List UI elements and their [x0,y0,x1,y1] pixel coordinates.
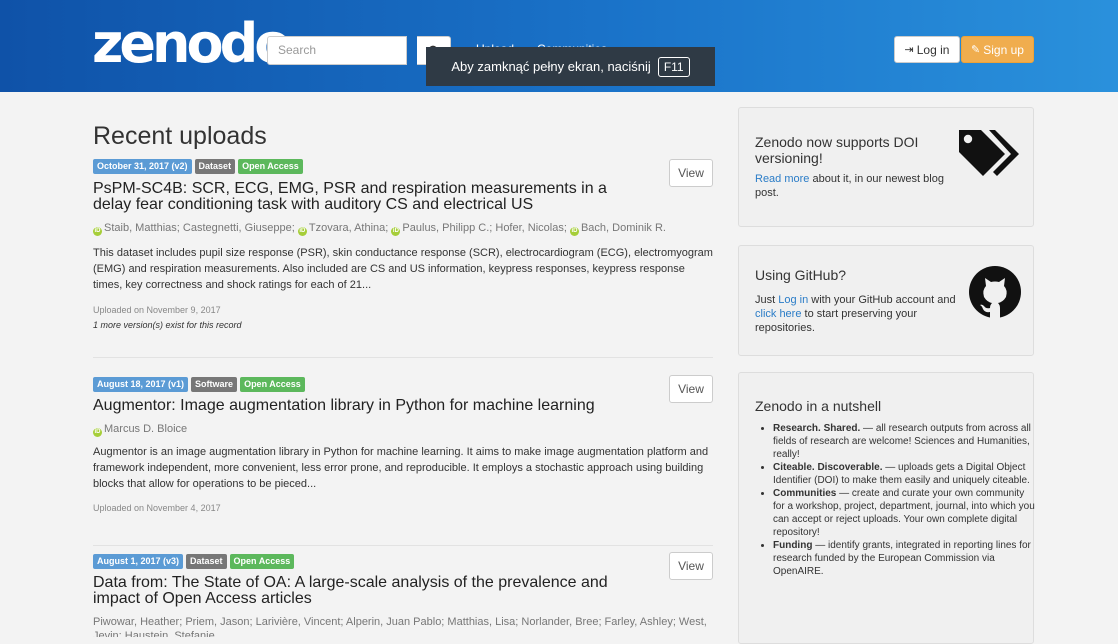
list-item: Funding — identify grants, integrated in… [773,539,1035,578]
record-description: Augmentor is an image augmentation libra… [93,446,709,490]
sign-in-icon: ⇥ [904,44,914,56]
record-title[interactable]: Data from: The State of OA: A large-scal… [93,575,633,607]
doi-versioning-panel: Zenodo now supports DOI versioning! Read… [738,107,1034,227]
record-authors: iD Marcus D. Bloice [93,422,713,437]
view-button[interactable]: View [669,159,713,187]
orcid-icon: iD [93,227,102,236]
type-badge[interactable]: Dataset [194,159,236,174]
login-button[interactable]: ⇥ Log in [894,36,960,63]
author-name: Bach, Dominik R. [580,222,666,234]
author-name: Tzovara, Athina; [308,222,389,234]
date-badge[interactable]: October 31, 2017 (v2) [93,159,192,174]
record-authors: iD Staib, Matthias; Castegnetti, Giuseppe… [93,221,713,236]
view-button[interactable]: View [669,375,713,403]
list-item-title: Communities [773,488,837,499]
author-name: Marcus D. Bloice [104,423,188,435]
list-item: Communities — create and curate your own… [773,487,1035,539]
record-uploaded-date: Uploaded on November 4, 2017 [93,503,221,513]
record-description: This dataset includes pupil size respons… [93,247,713,291]
nutshell-list: Research. Shared. — all research outputs… [757,422,1035,578]
click-here-link[interactable]: click here [755,308,801,320]
github-panel: Using GitHub? Just Log in with your GitH… [738,245,1034,356]
list-item-title: Funding [773,540,813,551]
record-divider [93,357,713,358]
github-panel-text: Just Log in with your GitHub account and… [755,293,967,335]
edit-icon: ✎ [971,44,981,56]
nutshell-panel: Zenodo in a nutshell Research. Shared. —… [738,372,1035,644]
type-badge[interactable]: Software [191,377,238,392]
github-text-pre: Just [755,294,779,306]
date-badge[interactable]: August 18, 2017 (v1) [93,377,189,392]
login-label: Log in [916,42,950,57]
record-authors: Piwowar, Heather; Priem, Jason; Larivièr… [93,616,707,637]
author-name: Hofer, Nicolas; [495,222,567,234]
signup-button[interactable]: ✎ Sign up [961,36,1034,63]
list-item: Citeable. Discoverable. — uploads gets a… [773,461,1035,487]
author-name: Paulus, Philipp C.; [402,222,493,234]
tags-icon [959,130,1019,176]
nutshell-panel-heading: Zenodo in a nutshell [755,398,882,414]
zenodo-logo[interactable]: zenodo [92,14,291,74]
page-title: Recent uploads [93,122,267,150]
access-badge[interactable]: Open Access [240,377,305,392]
author-name: Castegnetti, Giuseppe; [182,222,295,234]
fullscreen-notice-text: Aby zamknąć pełny ekran, naciśnij [451,59,651,74]
record-title[interactable]: Augmentor: Image augmentation library in… [93,398,653,414]
list-item: Research. Shared. — all research outputs… [773,422,1035,461]
author-name: Staib, Matthias; [104,222,180,234]
orcid-icon: iD [391,227,401,236]
fullscreen-notice: Aby zamknąć pełny ekran, naciśnij F11 [426,47,715,86]
record-badges: August 1, 2017 (v3) Dataset Open Access [93,554,295,569]
github-login-link[interactable]: Log in [778,294,808,306]
date-badge[interactable]: August 1, 2017 (v3) [93,554,184,569]
record-uploaded-date: Uploaded on November 9, 2017 [93,305,221,315]
record-item: August 1, 2017 (v3) Dataset Open Access … [93,552,713,644]
record-item: October 31, 2017 (v2) Dataset Open Acces… [93,159,713,359]
list-item-text: — identify grants, integrated in reporti… [773,540,1031,577]
record-versions-note: 1 more version(s) exist for this record [93,320,242,330]
list-item-title: Research. Shared. [773,423,861,434]
type-badge[interactable]: Dataset [186,554,227,569]
record-badges: October 31, 2017 (v2) Dataset Open Acces… [93,159,303,174]
record-item: August 18, 2017 (v1) Software Open Acces… [93,375,713,527]
signup-label: Sign up [983,42,1024,57]
read-more-link[interactable]: Read more [755,173,809,185]
record-divider [93,545,713,546]
record-badges: August 18, 2017 (v1) Software Open Acces… [93,377,305,392]
github-icon [969,266,1021,318]
github-panel-heading: Using GitHub? [755,267,847,283]
doi-panel-text: Read more about it, in our newest blog p… [755,172,955,200]
access-badge[interactable]: Open Access [229,554,295,569]
github-text-mid: with your GitHub account and [808,294,956,306]
search-input[interactable]: Search [267,36,407,65]
orcid-icon: iD [93,428,102,437]
orcid-icon: iD [297,227,307,236]
view-button[interactable]: View [669,552,713,580]
doi-panel-heading: Zenodo now supports DOI versioning! [755,134,919,166]
list-item-title: Citeable. Discoverable. [773,462,883,473]
fullscreen-key: F11 [657,56,690,77]
access-badge[interactable]: Open Access [238,159,303,174]
orcid-icon: iD [569,227,579,236]
record-title[interactable]: PsPM-SC4B: SCR, ECG, EMG, PSR and respir… [93,181,633,213]
